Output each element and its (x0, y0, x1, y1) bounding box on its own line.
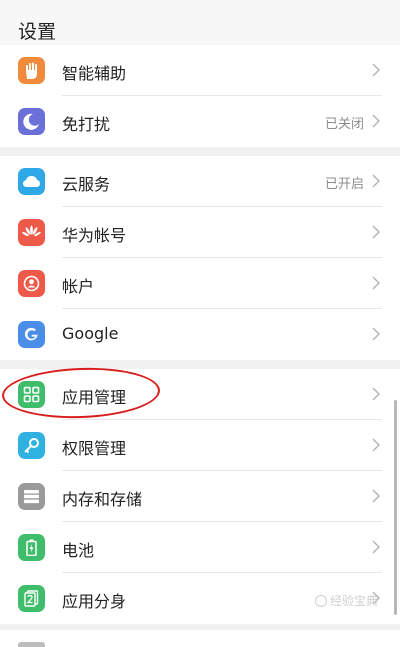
item-label: 华为帐号 (62, 226, 127, 245)
next-group-peek (0, 630, 400, 647)
chevron-right-icon (372, 387, 380, 401)
huawei-icon (18, 219, 45, 246)
watermark-logo-icon (314, 594, 327, 607)
chevron-right-icon (372, 327, 380, 341)
chevron-right-icon (372, 63, 380, 77)
next-item-icon (18, 642, 45, 647)
item-status: 已关闭 (324, 117, 364, 132)
item-label: Google (62, 324, 119, 343)
settings-item-smart-assist[interactable]: 智能辅助 (0, 45, 400, 96)
item-label: 智能辅助 (62, 64, 127, 83)
page-title: 设置 (18, 21, 57, 43)
group-accounts: 云服务 已开启 华为帐号 帐户 Google (0, 156, 400, 360)
scrollbar[interactable] (394, 400, 397, 615)
chevron-right-icon (372, 225, 380, 239)
item-label: 权限管理 (62, 439, 127, 458)
chevron-right-icon (372, 276, 380, 290)
settings-item-google[interactable]: Google (0, 309, 400, 360)
battery-icon (18, 534, 45, 561)
group-assist: 智能辅助 免打扰 已关闭 (0, 45, 400, 147)
item-label: 免打扰 (62, 115, 111, 134)
settings-item-permission-management[interactable]: 权限管理 (0, 420, 400, 471)
watermark-text: 经验宝典 (329, 594, 378, 608)
settings-item-huawei-account[interactable]: 华为帐号 (0, 207, 400, 258)
settings-item-battery[interactable]: 电池 (0, 522, 400, 573)
settings-item-memory-storage[interactable]: 内存和存储 (0, 471, 400, 522)
storage-icon (18, 483, 45, 510)
item-label: 云服务 (62, 175, 111, 194)
key-icon (18, 432, 45, 459)
settings-item-cloud-service[interactable]: 云服务 已开启 (0, 156, 400, 207)
moon-icon (18, 108, 45, 135)
settings-item-account[interactable]: 帐户 (0, 258, 400, 309)
chevron-right-icon (372, 174, 380, 188)
cloud-icon (18, 168, 45, 195)
chevron-right-icon (372, 540, 380, 554)
account-icon (18, 270, 45, 297)
google-icon (18, 321, 45, 348)
item-label: 电池 (62, 541, 95, 560)
watermark: 经验宝典 (314, 592, 378, 609)
chevron-right-icon (372, 114, 380, 128)
item-label: 内存和存储 (62, 490, 143, 509)
app-twin-icon (18, 585, 45, 612)
item-status: 已开启 (324, 177, 364, 192)
hand-icon (18, 57, 45, 84)
settings-item-do-not-disturb[interactable]: 免打扰 已关闭 (0, 96, 400, 147)
chevron-right-icon (372, 438, 380, 452)
chevron-right-icon (372, 489, 380, 503)
item-label: 帐户 (62, 277, 95, 296)
item-label: 应用分身 (62, 592, 127, 611)
